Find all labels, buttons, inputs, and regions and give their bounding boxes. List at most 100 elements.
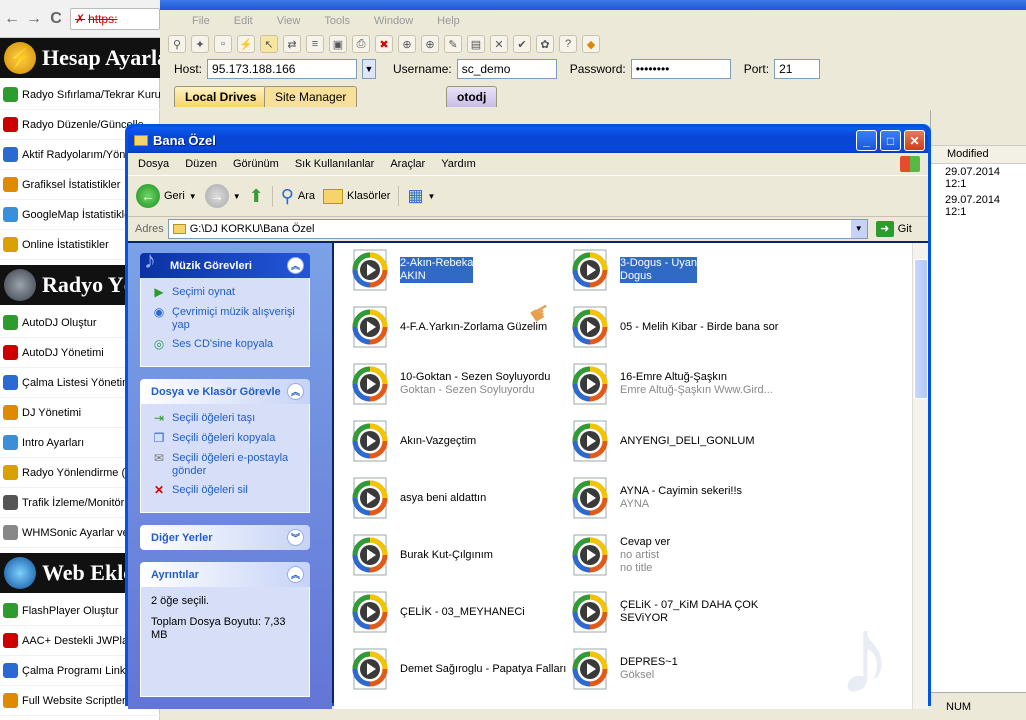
menu-file[interactable]: File [192,15,210,27]
column-header-modified[interactable]: Modified [931,146,1026,164]
menu-edit[interactable]: Edit [234,15,253,27]
file-item[interactable]: Burak Kut-Çılgınım [348,530,568,580]
menu-araclar[interactable]: Araçlar [390,158,425,170]
dropdown-arrow-icon[interactable]: ▼ [233,192,241,201]
delete-icon[interactable]: ✕ [490,35,508,53]
file-item[interactable]: asya beni aldattın [348,473,568,523]
task-copy-items[interactable]: ❐ Seçili öğeleri kopyala [151,432,301,446]
task-copy-to-cd[interactable]: ◎ Ses CD'sine kopyala [151,338,301,352]
task-play-selection[interactable]: ▶ Seçimi oynat [151,286,301,300]
menu-dosya[interactable]: Dosya [138,158,169,170]
transfer-icon[interactable]: ⇄ [283,35,301,53]
menu-item-label: AutoDJ Yönetimi [22,346,104,359]
file-item[interactable]: 3-Dogus - Uyan Dogus [568,245,788,295]
forward-arrow-icon[interactable]: → [26,10,42,27]
collapse-icon[interactable]: ︽ [287,383,304,400]
sidebar-menu-item[interactable]: Radyo Sıfırlama/Tekrar Kurulum [0,80,160,110]
menu-window[interactable]: Window [374,15,413,27]
file-item[interactable]: 05 - Melih Kibar - Birde bana sor [568,302,788,352]
disconnect-icon[interactable]: ⚡ [237,35,255,53]
table-row[interactable]: 29.07.2014 12:1 [931,164,1026,192]
task-shop-music-online[interactable]: ◉ Çevrimiçi müzik alışverişi yap [151,306,301,332]
file-item[interactable]: ÇELİK - 03_MEYHANECi [348,587,568,637]
stop-icon[interactable]: ✖ [375,35,393,53]
menu-gorunum[interactable]: Görünüm [233,158,279,170]
task-delete-items[interactable]: ✕ Seçili öğeleri sil [151,484,301,498]
pointer-icon[interactable]: ↖ [260,35,278,53]
expand-icon[interactable]: ︾ [287,529,304,546]
shield-icon[interactable]: ◆ [582,35,600,53]
file-item[interactable]: AYNA - Cayimin sekeri!!s AYNA [568,473,788,523]
menu-duzen[interactable]: Düzen [185,158,217,170]
port-input[interactable]: 21 [774,59,821,79]
collapse-icon[interactable]: ︽ [287,257,304,274]
go-button[interactable]: ➜ Git [875,221,912,237]
menu-help[interactable]: Help [437,15,460,27]
vertical-scrollbar[interactable] [912,243,928,709]
file-item[interactable]: Demet Sağıroglu - Papatya Falları [348,644,568,694]
host-input[interactable]: 95.173.188.166 [207,59,358,79]
file-tasks-header[interactable]: Dosya ve Klasör Görevleri ︽ [140,379,310,404]
upload-icon[interactable]: ⊕ [421,35,439,53]
back-button[interactable]: ← Geri ▼ [136,184,197,208]
task-email-items[interactable]: ✉ Seçili öğeleri e-postayla gönder [151,452,301,478]
scrollbar-thumb[interactable] [914,259,928,399]
password-input[interactable]: •••••••• [630,59,731,79]
file-item[interactable]: Cevap ver no artist no title [568,530,788,580]
tab-local-drives[interactable]: Local Drives [174,86,268,107]
file-item[interactable]: ÇELiK - 07_KiM DAHA ÇOK SEViYOR [568,587,788,637]
close-button[interactable]: ✕ [904,130,925,151]
quick-connect-icon[interactable]: ✦ [191,35,209,53]
address-dropdown-icon[interactable]: ▼ [850,220,867,238]
other-places-header[interactable]: Diğer Yerler ︾ [140,525,310,550]
new-icon[interactable]: ▫ [214,35,232,53]
edit-icon[interactable]: ✎ [444,35,462,53]
folders-button[interactable]: Klasörler [323,188,390,204]
maximize-button[interactable]: □ [880,130,901,151]
task-move-items[interactable]: ⇥ Seçili öğeleri taşı [151,412,301,426]
connect-icon[interactable]: ⚲ [168,35,186,53]
minimize-button[interactable]: _ [856,130,877,151]
menu-tools[interactable]: Tools [324,15,350,27]
download-icon[interactable]: ⊕ [398,35,416,53]
explorer-titlebar[interactable]: Bana Özel _ □ ✕ [128,127,928,153]
properties-icon[interactable]: ▤ [467,35,485,53]
banner-label: Hesap Ayarları [42,45,160,70]
back-arrow-icon[interactable]: ← [4,10,20,27]
help-icon[interactable]: ? [559,35,577,53]
task-label: Seçili öğeleri kopyala [172,432,276,444]
reload-icon[interactable]: C [48,10,64,27]
file-item[interactable]: 10-Goktan - Sezen Soyluyordu Goktan - Sez… [348,359,568,409]
details-header[interactable]: Ayrıntılar ︽ [140,562,310,587]
dropdown-arrow-icon[interactable]: ▼ [189,192,197,201]
address-input[interactable]: G:\DJ KORKU\Bana Özel ▼ [167,219,868,239]
tab-site-manager[interactable]: Site Manager [264,86,358,107]
file-item[interactable]: ANYENGI_DELI_GONLUM [568,416,788,466]
check-icon[interactable]: ✔ [513,35,531,53]
music-tasks-header[interactable]: ♪ Müzik Görevleri ︽ [140,247,310,278]
settings-icon[interactable]: ✿ [536,35,554,53]
queue-icon[interactable]: ≡ [306,35,324,53]
menu-item-label: WHMSonic Ayarlar ve [22,526,129,539]
print-icon[interactable]: ⎙ [352,35,370,53]
forward-button[interactable]: → ▼ [204,184,241,208]
media-file-icon [568,590,612,634]
username-input[interactable]: sc_demo [456,59,557,79]
file-item[interactable]: 16-Emre Altuğ-Şaşkın Emre Altuğ-Şaşkın Ww… [568,359,788,409]
file-item[interactable]: Akın-Vazgeçtim [348,416,568,466]
view-icon[interactable]: ▣ [329,35,347,53]
file-item[interactable]: 2-Akın-Rebeka AKIN [348,245,568,295]
tab-remote-otodj[interactable]: otodj [446,86,498,107]
menu-yardim[interactable]: Yardım [441,158,476,170]
table-row[interactable]: 29.07.2014 12:1 [931,192,1026,220]
collapse-icon[interactable]: ︽ [287,566,304,583]
search-button[interactable]: ⚲ Ara [271,185,315,207]
url-bar[interactable]: ✗ https: [70,7,160,30]
up-folder-button[interactable]: ⬆ [249,186,264,207]
menu-sik-kullanilanlar[interactable]: Sık Kullanılanlar [295,158,375,170]
host-dropdown-icon[interactable]: ▼ [362,59,377,79]
file-item[interactable]: DEPRES~1 Göksel [568,644,788,694]
menu-view[interactable]: View [277,15,301,27]
views-button[interactable]: ▦ ▼ [398,186,435,206]
dropdown-arrow-icon[interactable]: ▼ [428,192,436,201]
